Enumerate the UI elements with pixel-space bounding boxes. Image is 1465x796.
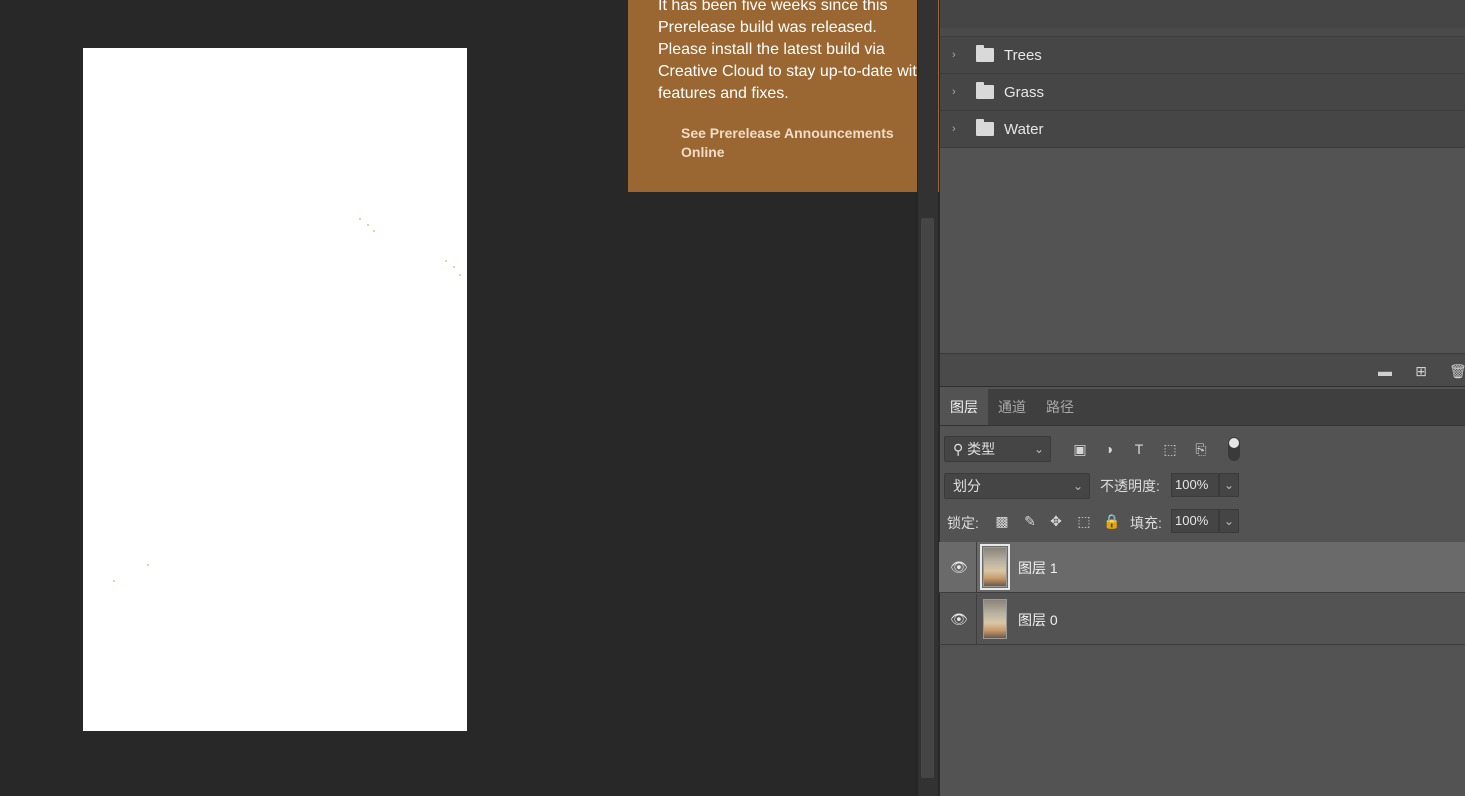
- canvas-speck: [459, 274, 461, 276]
- folder-icon: [976, 45, 994, 62]
- group-row-water[interactable]: › Water: [940, 111, 1465, 148]
- filter-toggle[interactable]: [1228, 437, 1240, 461]
- layer-row[interactable]: 👁 图层 0: [939, 594, 1465, 645]
- chevron-right-icon[interactable]: ›: [952, 86, 962, 98]
- group-label: Trees: [1004, 46, 1042, 64]
- new-group-icon[interactable]: ▬: [1377, 363, 1393, 379]
- panel-top-strip: [940, 0, 1465, 37]
- chevron-right-icon[interactable]: ›: [952, 123, 962, 135]
- lock-image-pixels-icon[interactable]: ✎: [1021, 512, 1039, 530]
- lock-artboard-icon[interactable]: ⬚: [1075, 512, 1093, 530]
- group-label: Water: [1004, 120, 1044, 138]
- fill-dropdown-button[interactable]: ⌄: [1219, 509, 1239, 533]
- group-row-trees[interactable]: › Trees: [940, 37, 1465, 74]
- group-label: Grass: [1004, 83, 1045, 101]
- lock-position-icon[interactable]: ✥: [1047, 512, 1065, 530]
- lock-transparent-pixels-icon[interactable]: ▩: [993, 512, 1011, 530]
- chevron-down-icon: ⌄: [1072, 479, 1083, 493]
- tab-channels[interactable]: 通道: [988, 389, 1036, 425]
- document-canvas[interactable]: [83, 48, 467, 731]
- layer-name[interactable]: 图层 1: [1018, 558, 1058, 578]
- image-filter-icon[interactable]: ▣: [1071, 440, 1089, 458]
- eye-icon[interactable]: 👁: [950, 611, 968, 627]
- canvas-speck: [113, 580, 115, 582]
- chevron-right-icon[interactable]: ›: [952, 49, 962, 61]
- type-filter-icon[interactable]: T: [1130, 440, 1148, 458]
- right-panel-dock: › Trees › Grass › Water ▬ ⊞ 🗑 图层 通道 路径: [939, 0, 1465, 796]
- opacity-dropdown-button[interactable]: ⌄: [1219, 473, 1239, 497]
- delete-icon[interactable]: 🗑: [1449, 363, 1465, 379]
- shape-filter-icon[interactable]: ⬚: [1161, 440, 1179, 458]
- tab-paths[interactable]: 路径: [1036, 389, 1084, 425]
- layer-thumbnail[interactable]: [983, 599, 1007, 639]
- folder-icon: [976, 119, 994, 136]
- layer-row[interactable]: 👁 图层 1: [939, 542, 1465, 593]
- chevron-down-icon: ⌄: [1033, 442, 1044, 456]
- canvas-speck: [147, 564, 149, 566]
- layers-panel-tabs: 图层 通道 路径: [940, 389, 1465, 426]
- fill-label: 填充:: [1130, 515, 1162, 531]
- adjustment-filter-icon[interactable]: ◑: [1100, 440, 1118, 458]
- opacity-label: 不透明度:: [1100, 478, 1160, 494]
- canvas-vertical-scrollbar[interactable]: [917, 0, 938, 796]
- notification-message: It has been five weeks since this Prerel…: [658, 0, 926, 102]
- fill-field[interactable]: 100%: [1171, 509, 1219, 533]
- prerelease-notification: It has been five weeks since this Prerel…: [628, 0, 948, 192]
- tab-layers[interactable]: 图层: [940, 389, 988, 425]
- prerelease-announcements-link[interactable]: See Prerelease Announcements Online: [681, 124, 911, 162]
- panel-footer: ▬ ⊞ 🗑: [940, 353, 1465, 387]
- canvas-speck: [445, 260, 447, 262]
- canvas-speck: [367, 224, 369, 226]
- folder-icon: [976, 82, 994, 99]
- opacity-field[interactable]: 100%: [1171, 473, 1219, 497]
- new-item-icon[interactable]: ⊞: [1413, 363, 1429, 379]
- group-row-grass[interactable]: › Grass: [940, 74, 1465, 111]
- smart-object-filter-icon[interactable]: ⎘: [1192, 440, 1210, 458]
- scrollbar-thumb[interactable]: [921, 218, 934, 778]
- eye-icon[interactable]: 👁: [950, 559, 968, 575]
- kind-filter-label: 类型: [967, 441, 996, 457]
- layer-kind-filter-select[interactable]: ⚲ 类型 ⌄: [944, 436, 1051, 462]
- layer-thumbnail[interactable]: [980, 544, 1010, 590]
- lock-label: 锁定:: [947, 515, 979, 531]
- blend-mode-select[interactable]: 划分 ⌄: [944, 473, 1090, 499]
- layer-name[interactable]: 图层 0: [1018, 610, 1058, 630]
- canvas-speck: [359, 218, 361, 220]
- search-icon: ⚲: [953, 441, 964, 457]
- canvas-speck: [453, 266, 455, 268]
- blend-mode-value: 划分: [953, 478, 981, 494]
- lock-all-icon[interactable]: 🔒: [1103, 512, 1121, 530]
- canvas-speck: [373, 230, 375, 232]
